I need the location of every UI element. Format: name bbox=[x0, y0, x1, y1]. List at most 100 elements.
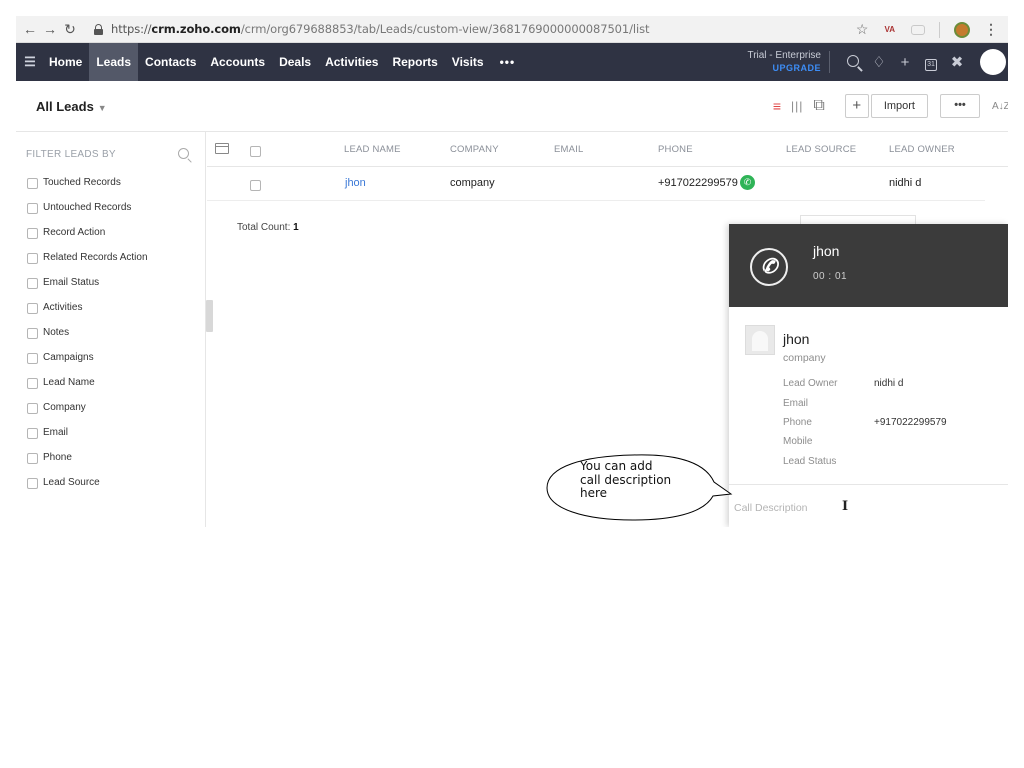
filter-checkbox[interactable] bbox=[27, 203, 38, 214]
callout-text: You can add call description here bbox=[580, 459, 710, 501]
view-selector[interactable]: All Leads ▼ bbox=[36, 99, 107, 114]
callout-line: You can add bbox=[580, 459, 653, 473]
column-header-lead-owner[interactable]: LEAD OWNER bbox=[889, 144, 955, 155]
more-actions-button[interactable]: ••• bbox=[940, 94, 980, 118]
filter-item[interactable]: Lead Source bbox=[27, 477, 148, 502]
filter-item[interactable]: Campaigns bbox=[27, 352, 148, 377]
nav-more-button[interactable]: ••• bbox=[491, 43, 525, 81]
filter-checkbox[interactable] bbox=[27, 353, 38, 364]
filter-checkbox[interactable] bbox=[27, 428, 38, 439]
filter-checkbox[interactable] bbox=[27, 253, 38, 264]
browser-menu-icon[interactable]: ⋮ bbox=[984, 21, 998, 38]
field-label-lead-owner: Lead Owner bbox=[783, 378, 838, 389]
list-view-icon[interactable]: ≡ bbox=[773, 98, 781, 114]
nav-item-contacts[interactable]: Contacts bbox=[138, 43, 203, 81]
column-header-lead-source[interactable]: LEAD SOURCE bbox=[786, 144, 856, 155]
setup-tools-icon[interactable]: ✖ bbox=[944, 53, 970, 71]
upgrade-link[interactable]: UPGRADE bbox=[747, 62, 821, 75]
extension-icon[interactable] bbox=[911, 24, 925, 35]
phone-cell[interactable]: +917022299579 bbox=[658, 177, 738, 189]
filter-item[interactable]: Related Records Action bbox=[27, 252, 148, 277]
column-header-phone[interactable]: PHONE bbox=[658, 144, 693, 155]
sort-az-icon[interactable]: A↓Z bbox=[992, 101, 1008, 111]
field-label-email: Email bbox=[783, 398, 809, 409]
plus-icon[interactable]: + bbox=[892, 54, 918, 71]
sidebar-collapse-handle[interactable] bbox=[206, 300, 213, 332]
caller-name: jhon bbox=[813, 243, 840, 259]
trial-label: Trial - Enterprise bbox=[747, 50, 821, 61]
extension-va-icon[interactable]: VA bbox=[882, 24, 897, 35]
filter-item[interactable]: Record Action bbox=[27, 227, 148, 252]
filter-checkbox[interactable] bbox=[27, 453, 38, 464]
nav-item-deals[interactable]: Deals bbox=[272, 43, 318, 81]
field-label-phone: Phone bbox=[783, 417, 812, 428]
filter-label: Notes bbox=[43, 327, 70, 338]
back-arrow-icon[interactable]: ← bbox=[20, 21, 40, 37]
profile-icon[interactable] bbox=[954, 21, 970, 38]
kanban-view-icon[interactable]: ||| bbox=[791, 99, 803, 113]
nav-divider bbox=[829, 51, 830, 73]
user-avatar[interactable] bbox=[980, 49, 1006, 75]
filter-checkbox[interactable] bbox=[27, 378, 38, 389]
row-checkbox[interactable] bbox=[250, 180, 261, 191]
field-label-mobile: Mobile bbox=[783, 436, 813, 447]
table-row[interactable]: jhon company +917022299579 ✆ nidhi d bbox=[207, 167, 985, 201]
create-lead-button[interactable]: + bbox=[844, 94, 869, 118]
filter-checkbox[interactable] bbox=[27, 328, 38, 339]
filter-checkbox[interactable] bbox=[27, 478, 38, 489]
contact-company: company bbox=[783, 352, 826, 364]
filter-item[interactable]: Email Status bbox=[27, 277, 148, 302]
search-icon[interactable] bbox=[840, 54, 866, 71]
import-button[interactable]: Import bbox=[870, 94, 928, 118]
filter-item[interactable]: Email bbox=[27, 427, 148, 452]
column-header-company[interactable]: COMPANY bbox=[450, 144, 499, 155]
calendar-icon[interactable]: 31 bbox=[918, 53, 944, 71]
nav-item-activities[interactable]: Activities bbox=[318, 43, 385, 81]
filter-label: Campaigns bbox=[43, 352, 94, 363]
callout-line: call description bbox=[580, 472, 672, 487]
filter-checkbox[interactable] bbox=[27, 403, 38, 414]
field-value-lead-owner: nidhi d bbox=[874, 378, 904, 389]
search-icon[interactable] bbox=[178, 148, 189, 159]
bookmark-star-icon[interactable]: ☆ bbox=[856, 21, 869, 38]
filter-item[interactable]: Lead Name bbox=[27, 377, 148, 402]
nav-item-reports[interactable]: Reports bbox=[385, 43, 444, 81]
edit-filter-icon[interactable]: ⧉ bbox=[813, 97, 824, 115]
nav-item-accounts[interactable]: Accounts bbox=[203, 43, 272, 81]
forward-arrow-icon[interactable]: → bbox=[40, 21, 60, 37]
filter-checkbox[interactable] bbox=[27, 178, 38, 189]
column-header-email[interactable]: EMAIL bbox=[554, 144, 584, 155]
filter-checkbox[interactable] bbox=[27, 303, 38, 314]
call-description-input[interactable] bbox=[734, 502, 934, 514]
filter-heading: FILTER LEADS BY bbox=[26, 149, 116, 160]
contact-name[interactable]: jhon bbox=[783, 331, 809, 347]
nav-item-home[interactable]: Home bbox=[42, 43, 89, 81]
app-nav-bar: ☰ Home Leads Contacts Accounts Deals Act… bbox=[16, 43, 1008, 81]
filter-item[interactable]: Company bbox=[27, 402, 148, 427]
nav-item-visits[interactable]: Visits bbox=[445, 43, 491, 81]
filter-item[interactable]: Touched Records bbox=[27, 177, 148, 202]
total-count-label: Total Count: bbox=[237, 222, 291, 233]
phone-call-icon[interactable]: ✆ bbox=[740, 175, 755, 190]
nav-item-leads[interactable]: Leads bbox=[89, 43, 139, 81]
filter-checkbox[interactable] bbox=[27, 228, 38, 239]
filter-item[interactable]: Untouched Records bbox=[27, 202, 148, 227]
filter-sidebar: FILTER LEADS BY Touched Records Untouched… bbox=[16, 132, 206, 527]
callout-annotation: You can add call description here bbox=[545, 452, 743, 522]
filter-checkbox[interactable] bbox=[27, 278, 38, 289]
select-all-checkbox[interactable] bbox=[250, 146, 261, 157]
call-panel-header: ✆ jhon 00 : 01 bbox=[729, 224, 1008, 307]
reload-icon[interactable]: ↻ bbox=[60, 21, 80, 38]
bell-icon[interactable]: ♢ bbox=[866, 53, 892, 71]
filter-item[interactable]: Notes bbox=[27, 327, 148, 352]
column-header-lead-name[interactable]: LEAD NAME bbox=[344, 144, 401, 155]
lead-name-link[interactable]: jhon bbox=[345, 177, 366, 189]
filter-item[interactable]: Activities bbox=[27, 302, 148, 327]
filter-item[interactable]: Phone bbox=[27, 452, 148, 477]
column-settings-icon[interactable] bbox=[215, 143, 229, 154]
hamburger-menu-icon[interactable]: ☰ bbox=[18, 54, 42, 70]
browser-window: ← → ↻ https://crm.zoho.com/crm/org679688… bbox=[16, 16, 1008, 527]
list-tools: ≡ ||| ⧉ + Import ••• A↓Z bbox=[773, 93, 1008, 119]
filter-list: Touched Records Untouched Records Record A… bbox=[27, 177, 148, 502]
address-bar[interactable]: https://crm.zoho.com/crm/org679688853/ta… bbox=[111, 22, 649, 36]
